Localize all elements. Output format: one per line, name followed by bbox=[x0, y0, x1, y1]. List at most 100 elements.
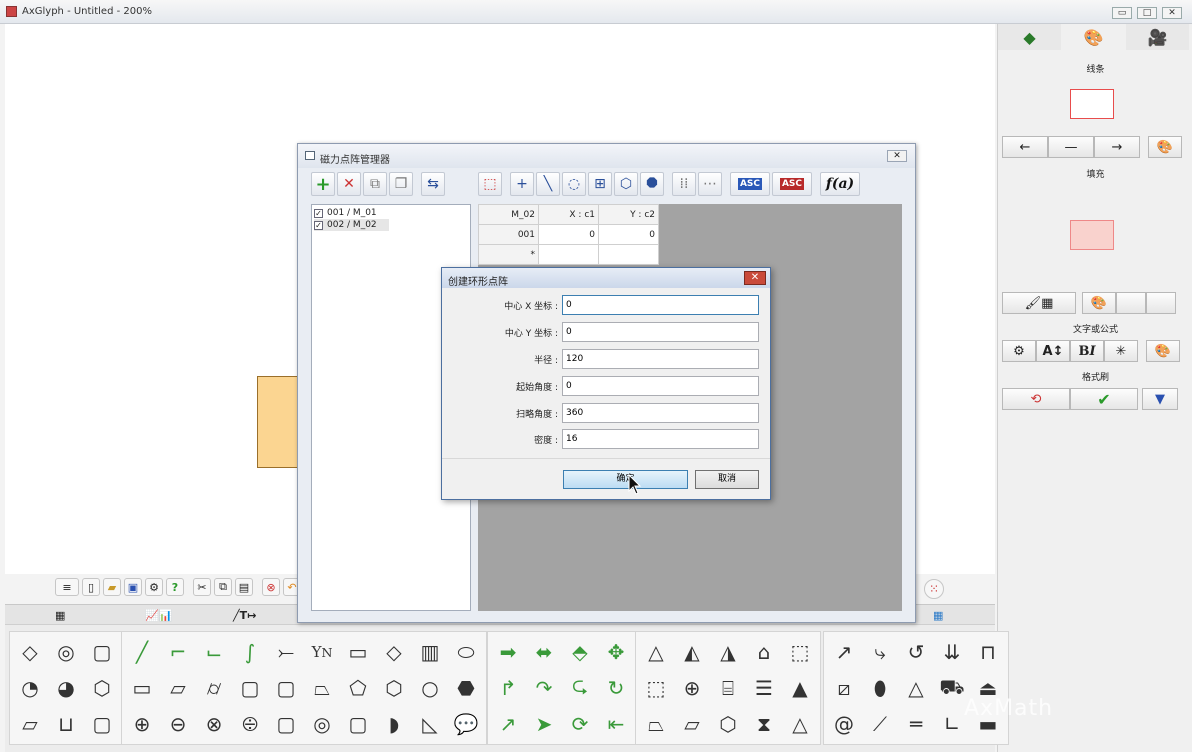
delete-button[interactable]: ⊗ bbox=[262, 578, 280, 596]
table-cell[interactable] bbox=[538, 244, 599, 265]
table-row[interactable]: 001 0 0 bbox=[478, 224, 659, 245]
process-icon[interactable]: ▥ bbox=[412, 634, 448, 670]
text-effect-button[interactable]: ✳ bbox=[1104, 340, 1138, 362]
spiral-icon[interactable]: @ bbox=[826, 706, 862, 742]
trapezoid-icon[interactable]: ⏢ bbox=[304, 670, 340, 706]
radius-input[interactable] bbox=[562, 349, 759, 369]
bold-italic-button[interactable]: BI bbox=[1070, 340, 1104, 362]
add-button[interactable]: + bbox=[311, 172, 335, 196]
triangle-icon[interactable]: ◺ bbox=[412, 706, 448, 742]
rounded-node-icon[interactable]: ▢ bbox=[84, 706, 120, 742]
hex-prism-icon[interactable]: ⬡ bbox=[710, 706, 746, 742]
magnet-dots-button[interactable]: ⁙ bbox=[924, 579, 944, 599]
point-button[interactable]: + bbox=[510, 172, 534, 196]
hexagon-icon[interactable]: ⬡ bbox=[376, 670, 412, 706]
cut-button[interactable]: ✂ bbox=[193, 578, 211, 596]
circle-node-icon[interactable]: ◎ bbox=[48, 634, 84, 670]
list-item[interactable]: ✓ 002 / M_02 bbox=[314, 219, 389, 231]
capsule-icon[interactable]: ⬮ bbox=[862, 670, 898, 706]
export-asc-button[interactable]: ASC bbox=[730, 172, 770, 196]
cancel-button[interactable]: 取消 bbox=[695, 470, 759, 489]
wedge-icon[interactable]: △ bbox=[898, 670, 934, 706]
triangular-prism-icon[interactable]: ◮ bbox=[710, 634, 746, 670]
diamond-node-icon[interactable]: ◇ bbox=[12, 634, 48, 670]
tab-colors[interactable]: ▦ bbox=[55, 607, 65, 623]
fill-extra-button[interactable] bbox=[1116, 292, 1146, 314]
ring-icon[interactable]: ◎ bbox=[304, 706, 340, 742]
start-angle-input[interactable] bbox=[562, 376, 759, 396]
rectangle-shape[interactable] bbox=[257, 376, 299, 468]
ring-array-button[interactable]: ◌ bbox=[562, 172, 586, 196]
arrow-uturn-icon[interactable]: ⮎ bbox=[562, 670, 598, 706]
table-cell[interactable] bbox=[598, 244, 659, 265]
density-input[interactable] bbox=[562, 429, 759, 449]
table-cell[interactable]: 0 bbox=[598, 224, 659, 245]
arrow-right-button[interactable]: → bbox=[1094, 136, 1140, 158]
line-color-button[interactable]: 🎨 bbox=[1148, 136, 1182, 158]
arrow-three-way-icon[interactable]: ⬘ bbox=[562, 634, 598, 670]
remove-button[interactable]: ✕ bbox=[337, 172, 361, 196]
font-size-button[interactable]: A↕ bbox=[1036, 340, 1070, 362]
maximize-button[interactable]: □ bbox=[1137, 7, 1157, 19]
rod-icon[interactable]: ⟋ bbox=[862, 706, 898, 742]
octagon-tab-icon[interactable]: ⬣ bbox=[448, 670, 484, 706]
axis-turn-icon[interactable]: ⤷ bbox=[862, 634, 898, 670]
arrow-right-icon[interactable]: ➡ bbox=[490, 634, 526, 670]
import-button[interactable]: ⬚ bbox=[478, 172, 502, 196]
cone-outline-icon[interactable]: △ bbox=[782, 706, 818, 742]
arrow-loop-icon[interactable]: ↻ bbox=[598, 670, 634, 706]
house-prism-icon[interactable]: ⌂ bbox=[746, 634, 782, 670]
settings-button[interactable]: ⚙ bbox=[145, 578, 163, 596]
line-style-button[interactable]: — bbox=[1048, 136, 1094, 158]
minimize-button[interactable]: ▭ bbox=[1112, 7, 1132, 19]
fill-color-button[interactable]: 🎨 bbox=[1082, 292, 1116, 314]
document-icon[interactable]: ▭ bbox=[124, 670, 160, 706]
rotate-icon[interactable]: ↺ bbox=[898, 634, 934, 670]
line-preview[interactable] bbox=[1070, 89, 1114, 119]
apply-button[interactable]: ✔ bbox=[1070, 388, 1138, 410]
save-button[interactable]: ▣ bbox=[124, 578, 142, 596]
swap-set-button[interactable]: ⇆ bbox=[421, 172, 445, 196]
pentagon-tab-icon[interactable]: ⬠ bbox=[340, 670, 376, 706]
center-x-input[interactable] bbox=[562, 295, 759, 315]
parallelogram-icon[interactable]: ▱ bbox=[160, 670, 196, 706]
tab-text-tools[interactable]: ╱T↦ bbox=[233, 607, 256, 623]
coordinate-table[interactable]: M_02 X : c1 Y : c2 001 0 0 * bbox=[478, 204, 659, 265]
card-icon[interactable]: ▢ bbox=[232, 670, 268, 706]
cube-icon[interactable]: ⬚ bbox=[638, 670, 674, 706]
pyramid-icon[interactable]: △ bbox=[638, 634, 674, 670]
rounded-square-icon[interactable]: ▢ bbox=[268, 706, 304, 742]
arrow-curve-icon[interactable]: ↷ bbox=[526, 670, 562, 706]
rounded-rect-icon[interactable]: ▢ bbox=[268, 670, 304, 706]
open-button[interactable]: ▰ bbox=[103, 578, 121, 596]
diamond-icon[interactable]: ◇ bbox=[376, 634, 412, 670]
tab-apps[interactable]: ▦ bbox=[933, 607, 943, 623]
text-color-button[interactable]: 🎨 bbox=[1146, 340, 1180, 362]
grid-array-button[interactable]: ⊞ bbox=[588, 172, 612, 196]
duplicate-button[interactable]: ⧉ bbox=[363, 172, 387, 196]
dialog-close-button[interactable]: ✕ bbox=[744, 271, 766, 285]
swap-button[interactable]: ⟲ bbox=[1002, 388, 1070, 410]
fill-pattern-button[interactable]: 🖌▦ bbox=[1002, 292, 1076, 314]
copy-button[interactable]: ⧉ bbox=[214, 578, 232, 596]
arrow-turn-icon[interactable]: ↱ bbox=[490, 670, 526, 706]
line-array-button[interactable]: ╲ bbox=[536, 172, 560, 196]
arrow-both-icon[interactable]: ⬌ bbox=[526, 634, 562, 670]
arrow-four-way-icon[interactable]: ✥ bbox=[598, 634, 634, 670]
list-item-checkbox[interactable]: ✓ bbox=[314, 208, 323, 218]
hexagon-node-icon[interactable]: ⬡ bbox=[84, 670, 120, 706]
bracket-node-icon[interactable]: ⊔ bbox=[48, 706, 84, 742]
arrow-left-button[interactable]: ← bbox=[1002, 136, 1048, 158]
square-node-icon[interactable]: ▢ bbox=[84, 634, 120, 670]
copy-set-button[interactable]: ❐ bbox=[389, 172, 413, 196]
center-y-input[interactable] bbox=[562, 322, 759, 342]
text-settings-button[interactable]: ⚙ bbox=[1002, 340, 1036, 362]
tab-style[interactable]: 🎨 bbox=[1062, 24, 1125, 50]
cone-icon[interactable]: ▲ bbox=[782, 670, 818, 706]
arrow-split-icon[interactable]: ⇤ bbox=[598, 706, 634, 742]
menu-button[interactable]: ≡ bbox=[55, 578, 79, 596]
frustum-icon[interactable]: ⏢ bbox=[638, 706, 674, 742]
cylinder-icon[interactable]: ⌸ bbox=[710, 670, 746, 706]
tab-charts[interactable]: 📈📊 bbox=[145, 607, 172, 623]
curve-icon[interactable]: ∫ bbox=[232, 634, 268, 670]
